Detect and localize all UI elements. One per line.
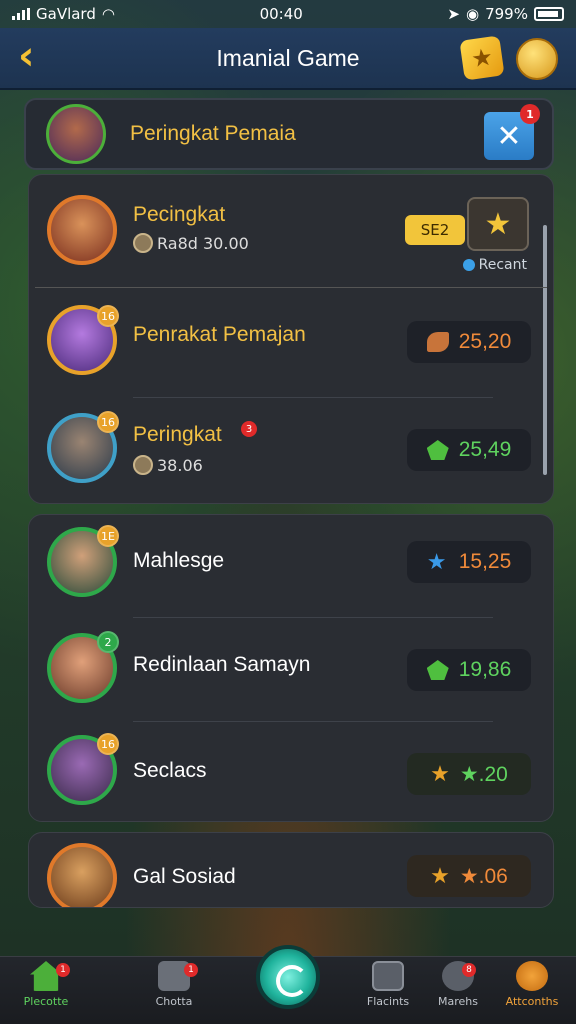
level-badge: 1E <box>97 525 119 547</box>
page-title: Imanial Game <box>216 44 360 71</box>
gem-icon <box>426 660 449 680</box>
battery-label: 799% <box>485 5 528 23</box>
player-name: Mahlesge <box>133 549 225 572</box>
carrier-label: GaVlard <box>36 5 96 23</box>
score-badge: ★ ★.06 <box>407 855 531 897</box>
score-value: 19,86 <box>458 658 512 681</box>
leaderboard-row[interactable]: Pecingkat Ra8d 30.00 SE2 ★ Recant <box>29 175 553 287</box>
nav-label: Chotta <box>155 995 193 1008</box>
nav-item-chotta[interactable]: Chotta <box>134 961 214 1021</box>
star-icon: ★ <box>430 761 450 786</box>
player-avatar <box>47 843 117 907</box>
score-badge: 25,20 <box>407 321 531 363</box>
leaderboard-row[interactable]: Gal Sosiad ★ ★.06 <box>29 833 553 907</box>
leaderboard-row[interactable]: 16 Penrakat Pemajan 25,20 <box>29 291 553 397</box>
nav-label: Flacints <box>366 995 410 1008</box>
bottom-nav: Plecotte 1 Chotta 1 Flacints Marehs 8 At… <box>0 945 576 1024</box>
star-icon[interactable]: ★ <box>459 35 505 81</box>
player-name: Gal Sosiad <box>133 865 236 888</box>
divider <box>133 721 493 722</box>
location-icon: ➤ <box>447 5 460 23</box>
level-badge: 2 <box>97 631 119 653</box>
score-value: 25,20 <box>458 330 512 353</box>
nav-item-profile[interactable]: Attconths <box>492 961 572 1021</box>
nav-item-flacints[interactable]: Flacints <box>348 961 428 1021</box>
leaderboard-group-top: Pecingkat Ra8d 30.00 SE2 ★ Recant 16 Pen… <box>28 174 554 504</box>
divider <box>133 617 493 618</box>
leaderboard-row[interactable]: 2 Redinlaan Samayn 19,86 <box>29 619 553 721</box>
star-icon[interactable]: ★ <box>467 197 529 251</box>
recent-label: Recant <box>462 257 527 273</box>
nav-label: Attconths <box>505 995 559 1008</box>
leaderboard-header-panel: Peringkat Pemaia ✕ 1 <box>24 98 554 170</box>
battery-icon <box>533 7 564 21</box>
leaderboard-group-bottom: Gal Sosiad ★ ★.06 <box>28 832 554 908</box>
clock: 00:40 <box>259 5 303 23</box>
score-badge: ★ ★.20 <box>407 753 531 795</box>
divider <box>35 287 547 288</box>
level-badge: 16 <box>97 733 119 755</box>
notification-badge: 3 <box>241 421 257 437</box>
coin-icon <box>133 455 153 475</box>
panel-title: Peringkat Pemaia <box>130 122 296 145</box>
player-name: Pecingkat <box>133 203 226 226</box>
close-icon: ✕ <box>496 118 522 154</box>
leaderboard-group-middle: 1E Mahlesge ★ 15,25 2 Redinlaan Samayn 1… <box>28 514 554 822</box>
recent-icon <box>462 259 475 271</box>
leaderboard-row[interactable]: 16 Peringkat 3 38.06 25,49 <box>29 397 553 503</box>
leaderboard-row[interactable]: 16 Seclacs ★ ★.20 <box>29 723 553 823</box>
play-button[interactable] <box>256 945 320 1009</box>
level-badge: 16 <box>97 411 119 433</box>
chevron-left-icon: ‹ <box>18 33 35 79</box>
level-badge: 16 <box>97 305 119 327</box>
star-icon: ★ <box>426 549 447 574</box>
edit-icon <box>372 961 404 991</box>
player-stat: 38.06 <box>133 455 203 475</box>
score-badge: ★ 15,25 <box>407 541 531 583</box>
status-bar: GaVlard ◠ 00:40 ➤ ◉ 799% <box>0 0 576 28</box>
notification-badge: 1 <box>56 963 70 977</box>
status-left: GaVlard ◠ <box>12 5 115 23</box>
player-avatar <box>46 104 106 164</box>
notification-badge: 1 <box>184 963 198 977</box>
player-name: Peringkat <box>133 423 222 446</box>
score-badge: 25,49 <box>407 429 531 471</box>
player-name: Redinlaan Samayn <box>133 653 311 676</box>
rank-pill: SE2 <box>405 215 465 245</box>
nav-item-home[interactable]: Plecotte <box>6 961 86 1021</box>
status-right: ➤ ◉ 799% <box>447 5 564 23</box>
stat-value: 38.06 <box>157 455 203 475</box>
nav-item-marehs[interactable]: Marehs <box>418 961 498 1021</box>
seed-icon <box>426 332 449 352</box>
nav-label: Plecotte <box>23 995 69 1008</box>
wifi-icon: ◠ <box>101 5 115 23</box>
score-value: ★.06 <box>459 864 508 888</box>
coin-icon <box>133 233 153 253</box>
app-header: ‹ Imanial Game ★ <box>0 28 576 90</box>
score-badge: 19,86 <box>407 649 531 691</box>
recent-text: Recant <box>478 257 527 273</box>
player-name: Seclacs <box>133 759 207 782</box>
score-value: ★.20 <box>459 762 508 786</box>
score-value: 15,25 <box>458 550 512 573</box>
back-button[interactable]: ‹ <box>18 36 52 78</box>
alarm-icon: ◉ <box>466 5 480 23</box>
coin-icon[interactable] <box>516 38 558 80</box>
player-stat: Ra8d 30.00 <box>133 233 249 253</box>
gem-icon <box>426 440 449 460</box>
player-name: Penrakat Pemajan <box>133 323 306 346</box>
signal-icon <box>12 8 30 20</box>
nav-label: Marehs <box>438 995 478 1008</box>
stat-value: Ra8d 30.00 <box>157 233 249 253</box>
close-button[interactable]: ✕ 1 <box>484 104 540 160</box>
profile-icon <box>516 961 548 991</box>
leaderboard-row[interactable]: 1E Mahlesge ★ 15,25 <box>29 515 553 615</box>
player-avatar <box>47 195 117 265</box>
score-value: 25,49 <box>458 438 512 461</box>
notification-badge: 8 <box>462 963 476 977</box>
star-icon: ★ <box>430 863 450 888</box>
notification-badge: 1 <box>520 104 540 124</box>
